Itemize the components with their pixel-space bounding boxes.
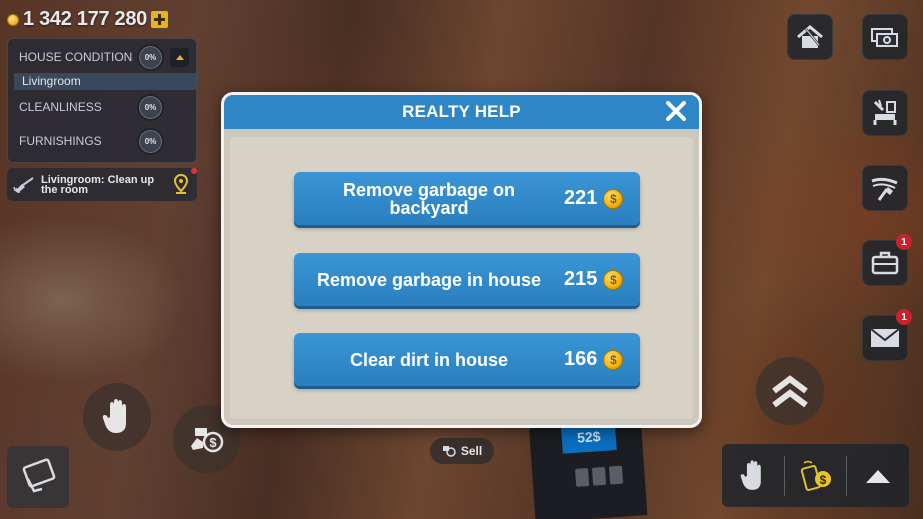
dialog-title: REALTY HELP bbox=[402, 102, 521, 121]
option-label: Remove garbage on backyard bbox=[342, 179, 516, 218]
close-button[interactable] bbox=[663, 98, 689, 124]
sell-hint[interactable]: Sell bbox=[430, 438, 494, 464]
option-price: 166 $ bbox=[564, 348, 624, 371]
triangle-up-icon bbox=[866, 469, 891, 483]
furnishings-label: FURNISHINGS bbox=[19, 134, 102, 148]
furnishings-row: FURNISHINGS 0% bbox=[8, 127, 196, 155]
cleanliness-value: 0% bbox=[137, 93, 164, 121]
action-toolbar: $ bbox=[722, 444, 909, 507]
realty-house-icon bbox=[797, 25, 823, 48]
dialog-header: REALTY HELP bbox=[224, 95, 699, 129]
mail-icon bbox=[870, 328, 900, 347]
toolbar-payment-button[interactable]: $ bbox=[785, 444, 847, 507]
toolbar-hand-button[interactable] bbox=[722, 444, 784, 507]
price-value: 221 bbox=[564, 187, 598, 209]
realty-help-dialog: REALTY HELP Remove garbage on backyard 2… bbox=[221, 92, 702, 428]
house-condition-value: 0% bbox=[137, 43, 164, 71]
price-value: 215 bbox=[564, 268, 598, 290]
chevron-up-icon bbox=[175, 55, 184, 60]
coin-icon: $ bbox=[603, 349, 624, 370]
dialog-body: Remove garbage on backyard 221 $ Remove … bbox=[230, 137, 693, 419]
cleanliness-label: CLEANLINESS bbox=[19, 100, 102, 114]
furniture-icon bbox=[873, 99, 897, 125]
task-text: Livingroom: Clean up the room bbox=[41, 173, 155, 196]
notification-dot bbox=[191, 168, 197, 174]
mail-badge: 1 bbox=[896, 309, 912, 325]
paint-icon bbox=[871, 177, 898, 201]
svg-text:$: $ bbox=[819, 473, 826, 487]
briefcase-icon bbox=[871, 251, 899, 275]
hand-icon bbox=[740, 459, 761, 490]
climb-button[interactable] bbox=[756, 357, 824, 425]
option-label: Clear dirt in house bbox=[349, 349, 509, 370]
option-price: 221 $ bbox=[564, 187, 624, 210]
collapse-panel-button[interactable] bbox=[170, 48, 189, 67]
close-icon bbox=[666, 101, 686, 121]
furniture-button[interactable] bbox=[862, 90, 908, 136]
jobs-button[interactable]: 1 bbox=[862, 234, 912, 286]
money-icon bbox=[871, 28, 898, 47]
money-value: 1 342 177 280 bbox=[23, 8, 148, 30]
sell-label: Sell bbox=[460, 444, 483, 458]
realty-button[interactable] bbox=[787, 14, 833, 60]
broom-icon bbox=[13, 176, 34, 193]
money-display: 1 342 177 280 bbox=[7, 8, 169, 31]
card-button[interactable] bbox=[7, 446, 69, 508]
house-condition-label: HOUSE CONDITION bbox=[19, 50, 133, 64]
toolbar-expand-button[interactable] bbox=[847, 444, 909, 507]
house-condition-row: HOUSE CONDITION 0% bbox=[8, 43, 196, 71]
coin-icon: $ bbox=[603, 269, 624, 290]
location-pin-icon[interactable] bbox=[174, 174, 188, 194]
house-status-panel: HOUSE CONDITION 0% Livingroom CLEANLINES… bbox=[7, 38, 198, 163]
svg-text:$: $ bbox=[209, 435, 217, 450]
finance-button[interactable] bbox=[862, 14, 908, 60]
option-remove-garbage-backyard-button[interactable]: Remove garbage on backyard 221 $ bbox=[294, 172, 640, 225]
held-device: 52$ bbox=[528, 414, 648, 519]
room-name: Livingroom bbox=[14, 73, 198, 90]
sell-money-icon: $ bbox=[191, 428, 224, 453]
payment-terminal-icon: $ bbox=[800, 460, 831, 491]
paint-button[interactable] bbox=[862, 165, 908, 211]
option-label: Remove garbage in house bbox=[316, 269, 542, 290]
option-clear-dirt-house-button[interactable]: Clear dirt in house 166 $ bbox=[294, 333, 640, 386]
jobs-badge: 1 bbox=[896, 234, 912, 250]
device-keys bbox=[574, 465, 624, 487]
coin-icon bbox=[7, 13, 19, 26]
option-remove-garbage-house-button[interactable]: Remove garbage in house 215 $ bbox=[294, 253, 640, 306]
sell-icon bbox=[442, 446, 456, 457]
add-money-button[interactable] bbox=[151, 11, 169, 28]
card-icon bbox=[22, 458, 56, 493]
option-price: 215 $ bbox=[564, 268, 624, 291]
furnishings-value: 0% bbox=[137, 127, 164, 155]
hand-icon bbox=[102, 399, 126, 433]
price-value: 166 bbox=[564, 348, 598, 370]
current-task[interactable]: Livingroom: Clean up the room bbox=[7, 168, 197, 201]
mail-button[interactable]: 1 bbox=[862, 309, 912, 361]
coin-icon: $ bbox=[603, 188, 624, 209]
double-chevron-up-icon bbox=[772, 375, 808, 408]
cleanliness-row: CLEANLINESS 0% bbox=[8, 93, 196, 121]
grab-button[interactable] bbox=[83, 383, 151, 451]
